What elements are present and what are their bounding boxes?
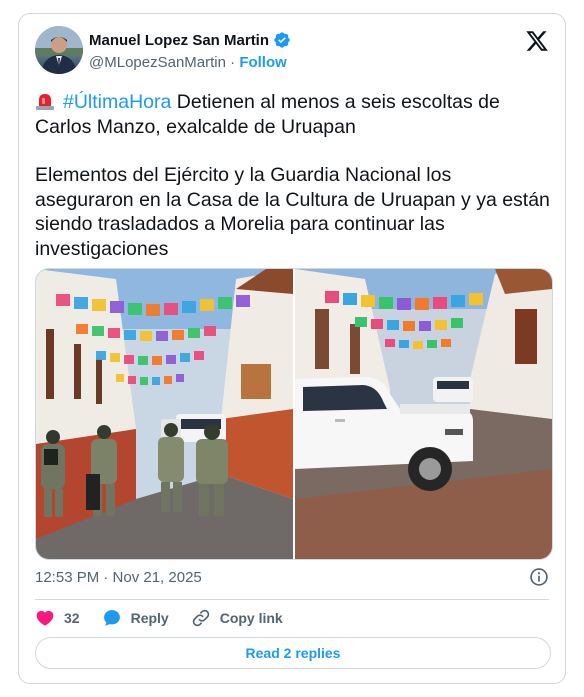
reply-bubble-icon [103, 610, 120, 626]
info-icon[interactable] [529, 567, 549, 587]
read-replies-button[interactable]: Read 2 replies [35, 637, 551, 669]
separator-dot: · [230, 54, 236, 71]
tweet-paragraph-2: Elementos del Ejército y la Guardia Naci… [35, 164, 550, 260]
heart-icon [36, 610, 54, 626]
tweet-card: Manuel Lopez San Martin @MLopezSanMartin… [18, 13, 566, 684]
author-handle-row: @MLopezSanMartin · Follow [89, 54, 287, 71]
tweet-paragraph-1: #ÚltimaHora Detienen al menos a seis esc… [35, 90, 555, 139]
follow-button[interactable]: Follow [239, 54, 287, 71]
divider [35, 599, 549, 600]
photo-white-pickup[interactable] [295, 269, 552, 559]
copy-link-label: Copy link [219, 610, 283, 626]
photo-street-soldiers[interactable] [36, 269, 293, 559]
reply-button[interactable]: Reply [102, 608, 169, 628]
x-logo-icon[interactable] [525, 29, 549, 53]
author-handle[interactable]: @MLopezSanMartin [89, 54, 226, 71]
reply-label: Reply [130, 610, 169, 626]
like-count: 32 [64, 610, 80, 626]
hashtag-link[interactable]: #ÚltimaHora [63, 91, 171, 113]
tweet-media [35, 268, 553, 560]
police-siren-icon [36, 94, 54, 110]
verified-badge-icon [274, 32, 290, 48]
link-icon [192, 609, 209, 627]
tweet-actions: 32 Reply Copy link [35, 606, 305, 630]
avatar[interactable] [35, 26, 83, 74]
author-name[interactable]: Manuel Lopez San Martin [89, 32, 269, 49]
tweet-timestamp[interactable]: 12:53 PM · Nov 21, 2025 [35, 569, 202, 586]
like-button[interactable]: 32 [35, 608, 80, 628]
tweet-text: #ÚltimaHora Detienen al menos a seis esc… [35, 90, 555, 261]
copy-link-button[interactable]: Copy link [191, 608, 283, 628]
author-name-row: Manuel Lopez San Martin [89, 31, 291, 49]
